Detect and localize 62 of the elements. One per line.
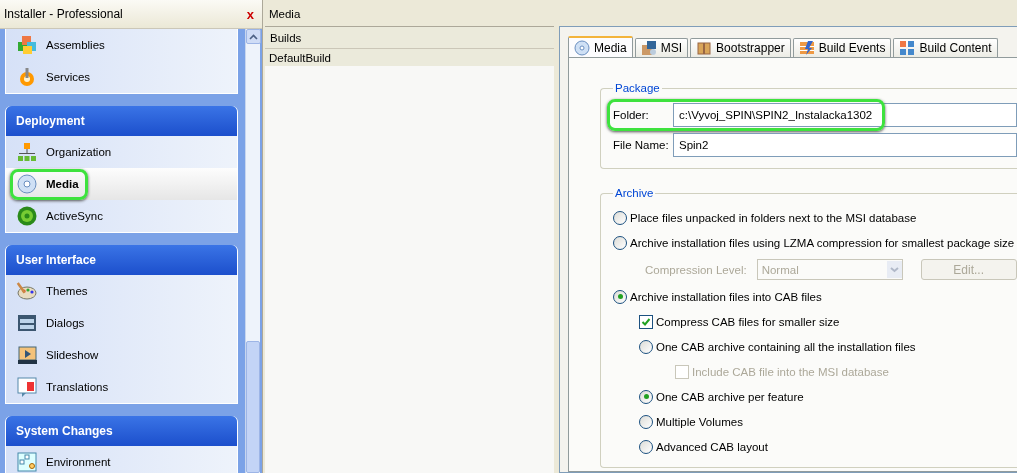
window-title: Installer - Professional	[4, 7, 123, 21]
group-header[interactable]: Deployment	[6, 106, 237, 136]
tab-icon	[798, 40, 815, 56]
tab-icon	[696, 40, 713, 56]
radio-button[interactable]	[639, 339, 653, 354]
sidebar-item[interactable]: Services	[6, 61, 237, 93]
sidebar-item-icon	[16, 205, 38, 227]
radio-button[interactable]	[613, 235, 627, 250]
sidebar-item-icon	[16, 376, 38, 398]
option-label: One CAB archive containing all the installation files	[656, 340, 916, 353]
sidebar-item-icon	[16, 312, 38, 334]
page-title: Media	[268, 7, 302, 22]
sidebar-item[interactable]: Themes	[6, 275, 237, 307]
field-label: File Name:	[613, 139, 670, 151]
sidebar-item-icon	[16, 173, 38, 195]
radio-button[interactable]	[639, 414, 653, 429]
sidebar-item-icon	[16, 34, 38, 56]
scroll-up-icon[interactable]	[249, 33, 258, 40]
tab[interactable]: Build Content	[893, 38, 998, 57]
tab[interactable]: Media	[568, 36, 633, 57]
sidebar-item[interactable]: Dialogs	[6, 307, 237, 339]
tab[interactable]: Bootstrapper	[690, 38, 791, 57]
build-row[interactable]: DefaultBuild	[265, 49, 554, 66]
radio-button[interactable]	[613, 289, 627, 304]
tab[interactable]: MSI	[634, 38, 689, 57]
tab-icon	[640, 40, 657, 56]
option-label: Include CAB file into the MSI database	[692, 365, 889, 378]
option-label: Place files unpacked in folders next to the MSI database	[630, 211, 917, 224]
option-label: Advanced CAB layout	[656, 440, 768, 453]
checkbox[interactable]	[639, 314, 653, 329]
sidebar-item[interactable]: Organization	[6, 136, 237, 168]
list-header: Builds	[265, 27, 554, 49]
option-label: Archive installation files into CAB files	[630, 290, 822, 303]
option-label: Archive installation files using LZMA compression for smallest package size	[630, 236, 1015, 249]
sidebar-item[interactable]: Media	[6, 168, 237, 200]
tab[interactable]: Build Events	[792, 38, 892, 57]
field-label: Folder:	[613, 109, 650, 121]
sidebar-item[interactable]: ActiveSync	[6, 200, 237, 232]
radio-button[interactable]	[639, 439, 653, 454]
scrollbar[interactable]	[245, 29, 260, 473]
sidebar-item-icon	[16, 141, 38, 163]
input-field[interactable]: Spin2	[673, 133, 1017, 157]
input-field[interactable]: c:\Vyvoj_SPIN\SPIN2_Instalacka1302	[673, 103, 1017, 127]
tab-icon	[899, 40, 916, 56]
sidebar-item[interactable]: Slideshow	[6, 339, 237, 371]
sidebar-item-icon	[16, 280, 38, 302]
sidebar-item[interactable]: Assemblies	[6, 29, 237, 61]
compression-label: Compression Level:	[645, 263, 747, 276]
radio-button[interactable]	[639, 389, 653, 404]
radio-button[interactable]	[613, 210, 627, 225]
close-button[interactable]: x	[246, 6, 254, 22]
group-header[interactable]: System Changes	[6, 416, 237, 446]
group-title: Package	[614, 82, 661, 94]
group-header[interactable]: User Interface	[6, 245, 237, 275]
sidebar-item-icon	[16, 451, 38, 473]
option-label: Multiple Volumes	[656, 415, 743, 428]
sidebar-item-icon	[16, 344, 38, 366]
group-title: Archive	[614, 187, 655, 199]
option-label: Compress CAB files for smaller size	[656, 315, 840, 328]
option-label: One CAB archive per feature	[656, 390, 804, 403]
sidebar-item[interactable]: Environment	[6, 446, 237, 473]
sidebar-item[interactable]: Translations	[6, 371, 237, 403]
